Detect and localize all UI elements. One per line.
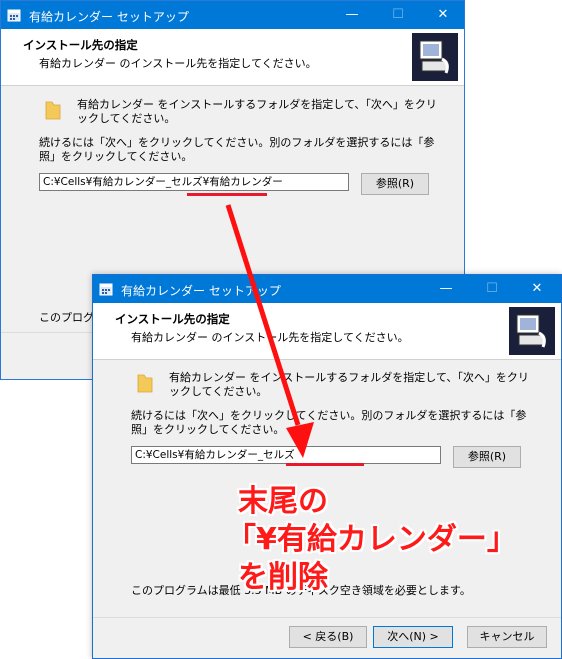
- annotation-line-2: 「¥有給カレンダー」: [226, 522, 517, 557]
- annotation-line-1: 末尾の: [238, 484, 328, 519]
- annotation-line-3: を削除: [238, 560, 328, 595]
